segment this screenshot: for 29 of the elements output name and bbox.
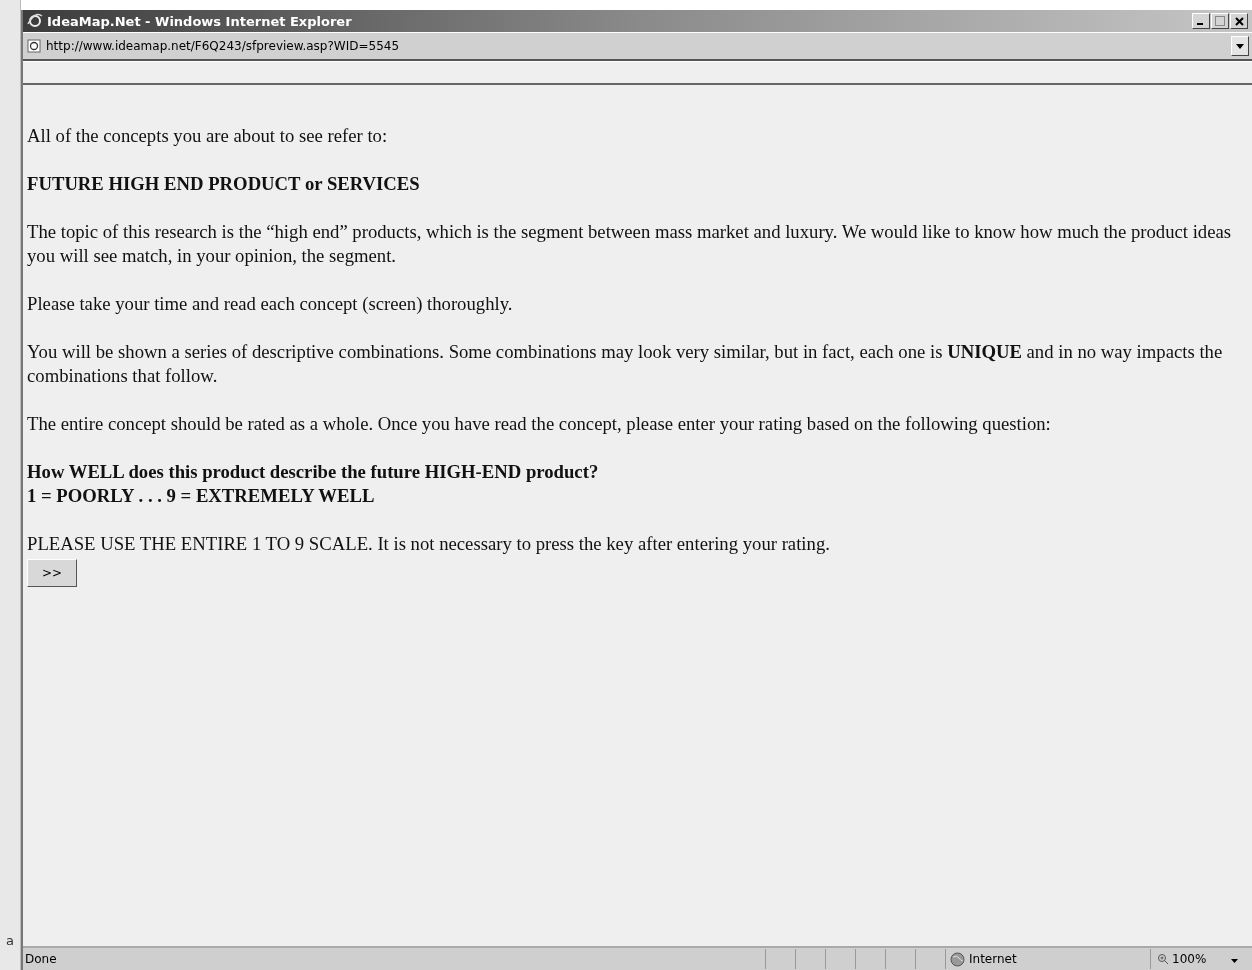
paragraph-text: All of the concepts you are about to see refer to:: [27, 124, 389, 148]
zone-text: Internet: [969, 952, 1017, 966]
url-text: http://www.ideamap.net/F6Q243/sfpreview.asp?WID=5545: [46, 39, 400, 53]
paragraph-text: PLEASE USE THE ENTIRE 1 TO 9 SCALE. It is not necessary to press the key after entering your rating.: [27, 532, 831, 556]
heading-text: FUTURE HIGH END PRODUCT or SERVICES: [27, 172, 421, 196]
page-icon: [27, 39, 41, 53]
browser-logo-icon: [27, 13, 43, 29]
zoom-icon: [1157, 953, 1169, 965]
close-button[interactable]: [1230, 13, 1248, 29]
window-title: IdeaMap.Net - Windows Internet Explorer: [47, 13, 353, 29]
close-icon: [1234, 16, 1244, 26]
caret-icon: [1236, 43, 1244, 49]
question-line: How WELL does this product describe the future HIGH-END product?: [27, 460, 600, 484]
maximize-icon: [1215, 16, 1225, 26]
dropdown-button[interactable]: [1231, 36, 1249, 56]
address-bar[interactable]: http://www.ideamap.net/F6Q243/sfpreview.asp?WID=5545: [23, 33, 1252, 61]
status-text: Done: [24, 952, 58, 966]
paragraph-text: Please take your time and read each concept (screen) thoroughly.: [27, 292, 514, 316]
minimize-button[interactable]: [1192, 13, 1210, 29]
zoom-control[interactable]: 100%: [1150, 949, 1252, 969]
globe-icon: [950, 951, 965, 967]
next-button[interactable]: >>: [27, 559, 77, 587]
paragraph-text: You will be shown a series of descriptive combinations. Some combinations may look very similar, but in fact, each one is UNIQUE and in no way impacts the combinations that follow.: [27, 340, 1224, 388]
paragraph-text: The topic of this research is the “high end” products, which is the segment between mass market and luxury. We would like to know how much the product ideas you will see match, in your opinion, the segment.: [27, 220, 1233, 268]
paragraph-text: The entire concept should be rated as a whole. Once you have read the concept, please enter your rating based on the following question:: [27, 412, 1052, 436]
background-text: a: [6, 933, 15, 948]
maximize-button[interactable]: [1211, 13, 1229, 29]
question-line: 1 = POORLY . . . 9 = EXTREMELY WELL: [27, 484, 376, 508]
caret-icon: [1231, 959, 1239, 963]
